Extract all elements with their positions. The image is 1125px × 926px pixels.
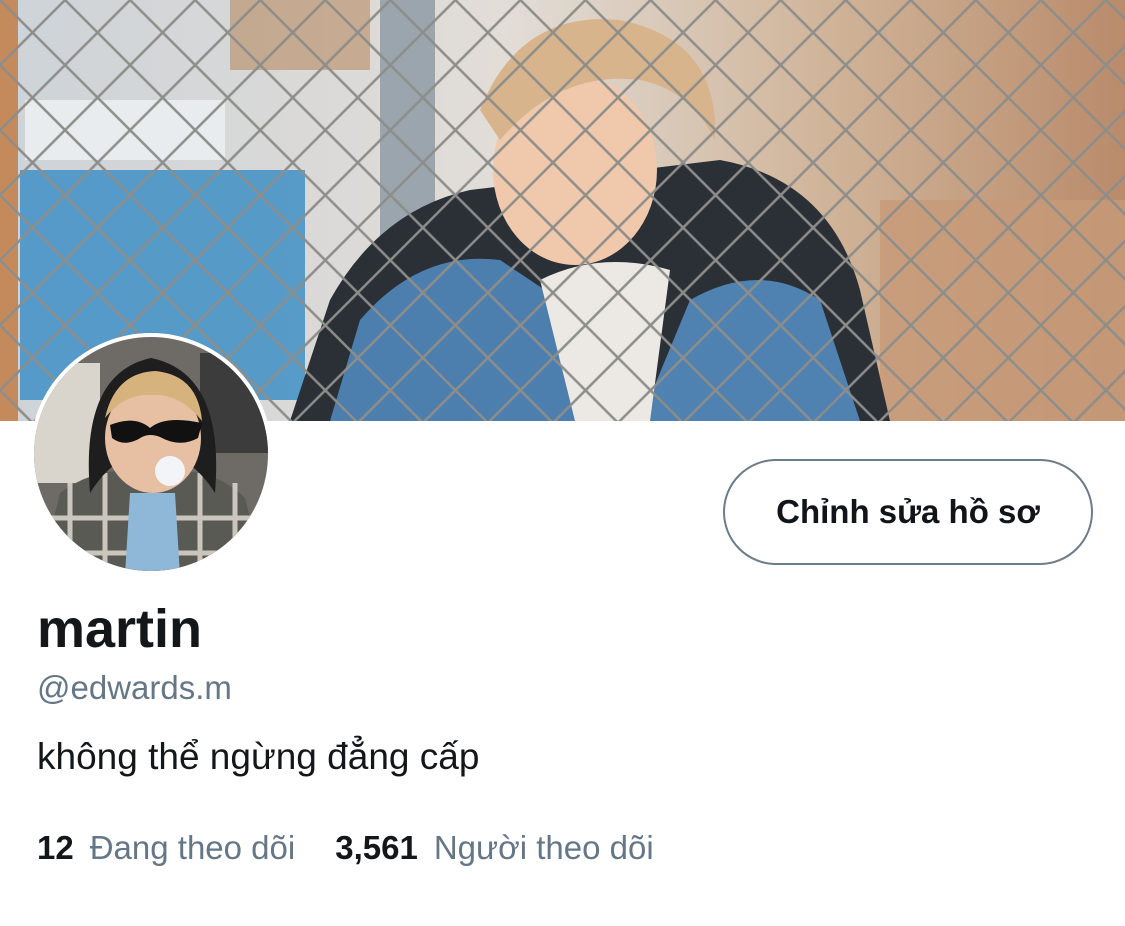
following-count: 12 bbox=[37, 829, 74, 866]
followers-count: 3,561 bbox=[335, 829, 418, 866]
profile-page: Chỉnh sửa hồ sơ martin @edwards.m không … bbox=[0, 0, 1125, 926]
profile-bio: không thể ngừng đẳng cấp bbox=[37, 736, 480, 777]
username-handle: @edwards.m bbox=[37, 669, 232, 706]
followers-stat[interactable]: 3,561 Người theo dõi bbox=[335, 828, 653, 868]
avatar[interactable] bbox=[30, 333, 272, 575]
followers-label: Người theo dõi bbox=[433, 829, 654, 866]
following-stat[interactable]: 12 Đang theo dõi bbox=[37, 828, 295, 868]
follow-stats: 12 Đang theo dõi 3,561 Người theo dõi bbox=[37, 828, 654, 868]
display-name: martin bbox=[37, 599, 203, 659]
edit-profile-button[interactable]: Chỉnh sửa hồ sơ bbox=[723, 459, 1093, 565]
following-label: Đang theo dõi bbox=[89, 829, 296, 866]
